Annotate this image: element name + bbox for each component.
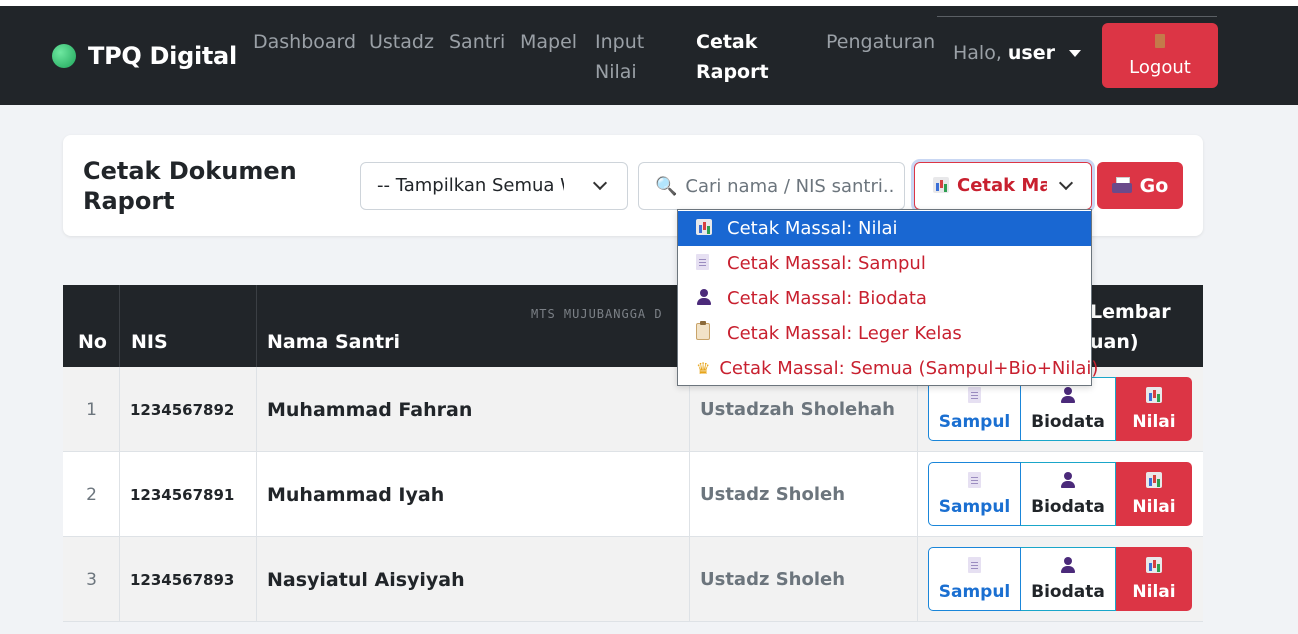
brand-logo-icon xyxy=(52,44,76,68)
header-divider xyxy=(256,285,257,367)
printer-icon xyxy=(1111,176,1132,195)
nav-pengaturan[interactable]: Pengaturan xyxy=(826,27,935,57)
clipboard-icon xyxy=(696,321,710,340)
person-icon xyxy=(1060,471,1076,488)
chart-icon xyxy=(1146,471,1162,488)
header-nama: Nama Santri xyxy=(267,331,400,353)
document-icon xyxy=(968,471,981,488)
logout-button[interactable]: Logout xyxy=(1102,23,1218,88)
search-box[interactable]: 🔍 xyxy=(638,162,905,210)
header-aksi-line1: Lembar xyxy=(1090,301,1171,323)
header-aksi-line2: uan) xyxy=(1090,331,1139,353)
person-icon xyxy=(696,288,712,305)
sampul-button[interactable]: Sampul xyxy=(928,462,1021,526)
nav-cetak-raport[interactable]: Cetak Raport xyxy=(696,27,769,87)
nav-santri[interactable]: Santri xyxy=(449,27,505,57)
dropdown-option-biodata[interactable]: Cetak Massal: Biodata xyxy=(678,281,1091,316)
cell-nama: Nasyiatul Aisyiyah xyxy=(267,568,465,591)
chart-icon xyxy=(1146,386,1162,403)
logout-label: Logout xyxy=(1129,57,1191,78)
search-input[interactable] xyxy=(685,175,896,197)
nilai-button[interactable]: Nilai xyxy=(1116,377,1192,441)
nav-mapel[interactable]: Mapel xyxy=(520,27,577,57)
chart-icon xyxy=(696,218,712,235)
cell-wali-kelas: Ustadz Sholeh xyxy=(700,569,846,590)
person-icon xyxy=(1060,386,1076,403)
cell-nama: Muhammad Iyah xyxy=(267,483,445,506)
crown-icon: ♛ xyxy=(696,359,711,378)
user-menu[interactable]: Halo, user xyxy=(953,42,1081,64)
header-divider xyxy=(119,285,120,367)
cell-no: 1 xyxy=(86,399,97,420)
biodata-button[interactable]: Biodata xyxy=(1021,377,1116,441)
dropdown-option-semua[interactable]: ♛ Cetak Massal: Semua (Sampul+Bio+Nilai) xyxy=(678,351,1098,386)
nav-dashboard[interactable]: Dashboard xyxy=(253,27,356,57)
person-icon xyxy=(1060,556,1076,573)
table-row: 2 1234567891 Muhammad Iyah Ustadz Sholeh… xyxy=(63,452,1203,537)
dropdown-option-nilai[interactable]: Cetak Massal: Nilai xyxy=(678,211,1091,246)
brand[interactable]: TPQ Digital xyxy=(52,42,237,70)
document-icon xyxy=(968,556,981,573)
cell-nis: 1234567891 xyxy=(130,485,235,504)
biodata-button[interactable]: Biodata xyxy=(1021,547,1116,611)
user-divider xyxy=(937,16,1217,17)
watermark-text: MTS MUJUBANGGA D xyxy=(531,307,663,321)
action-buttons: Sampul Biodata Nilai xyxy=(928,462,1192,526)
table-row: 3 1234567893 Nasyiatul Aisyiyah Ustadz S… xyxy=(63,537,1203,622)
chart-icon xyxy=(933,177,949,193)
cell-no: 3 xyxy=(86,569,97,590)
action-buttons: Sampul Biodata Nilai xyxy=(928,547,1192,611)
dropdown-option-sampul[interactable]: Cetak Massal: Sampul xyxy=(678,246,1091,281)
sampul-button[interactable]: Sampul xyxy=(928,377,1021,441)
cell-nama: Muhammad Fahran xyxy=(267,398,473,421)
cell-no: 2 xyxy=(86,484,97,505)
action-buttons: Sampul Biodata Nilai xyxy=(928,377,1192,441)
cell-nis: 1234567892 xyxy=(130,400,235,419)
document-icon xyxy=(968,386,981,403)
search-icon: 🔍 xyxy=(655,175,678,196)
cell-wali-kelas: Ustadz Sholeh xyxy=(700,484,846,505)
brand-name: TPQ Digital xyxy=(88,42,237,70)
caret-down-icon xyxy=(1068,49,1081,57)
nav-input-nilai[interactable]: Input Nilai xyxy=(595,27,644,87)
page-title: Cetak Dokumen Raport xyxy=(83,157,297,215)
username: user xyxy=(1007,42,1055,64)
chart-icon xyxy=(1146,556,1162,573)
cetak-massal-dropdown: Cetak Massal: Nilai Cetak Massal: Sampul… xyxy=(677,209,1098,386)
go-label: Go xyxy=(1139,174,1169,197)
nilai-button[interactable]: Nilai xyxy=(1116,462,1192,526)
header-nis: NIS xyxy=(131,331,168,353)
biodata-button[interactable]: Biodata xyxy=(1021,462,1116,526)
header-no: No xyxy=(78,331,107,353)
greeting-text: Halo, xyxy=(953,42,1002,64)
nilai-button[interactable]: Nilai xyxy=(1116,547,1192,611)
document-icon xyxy=(696,253,709,270)
dropdown-option-leger[interactable]: Cetak Massal: Leger Kelas xyxy=(678,316,1091,351)
nav-ustadz[interactable]: Ustadz xyxy=(369,27,434,57)
go-button[interactable]: Go xyxy=(1097,162,1183,209)
cell-nis: 1234567893 xyxy=(130,570,235,589)
door-icon xyxy=(1155,34,1165,48)
sampul-button[interactable]: Sampul xyxy=(928,547,1021,611)
